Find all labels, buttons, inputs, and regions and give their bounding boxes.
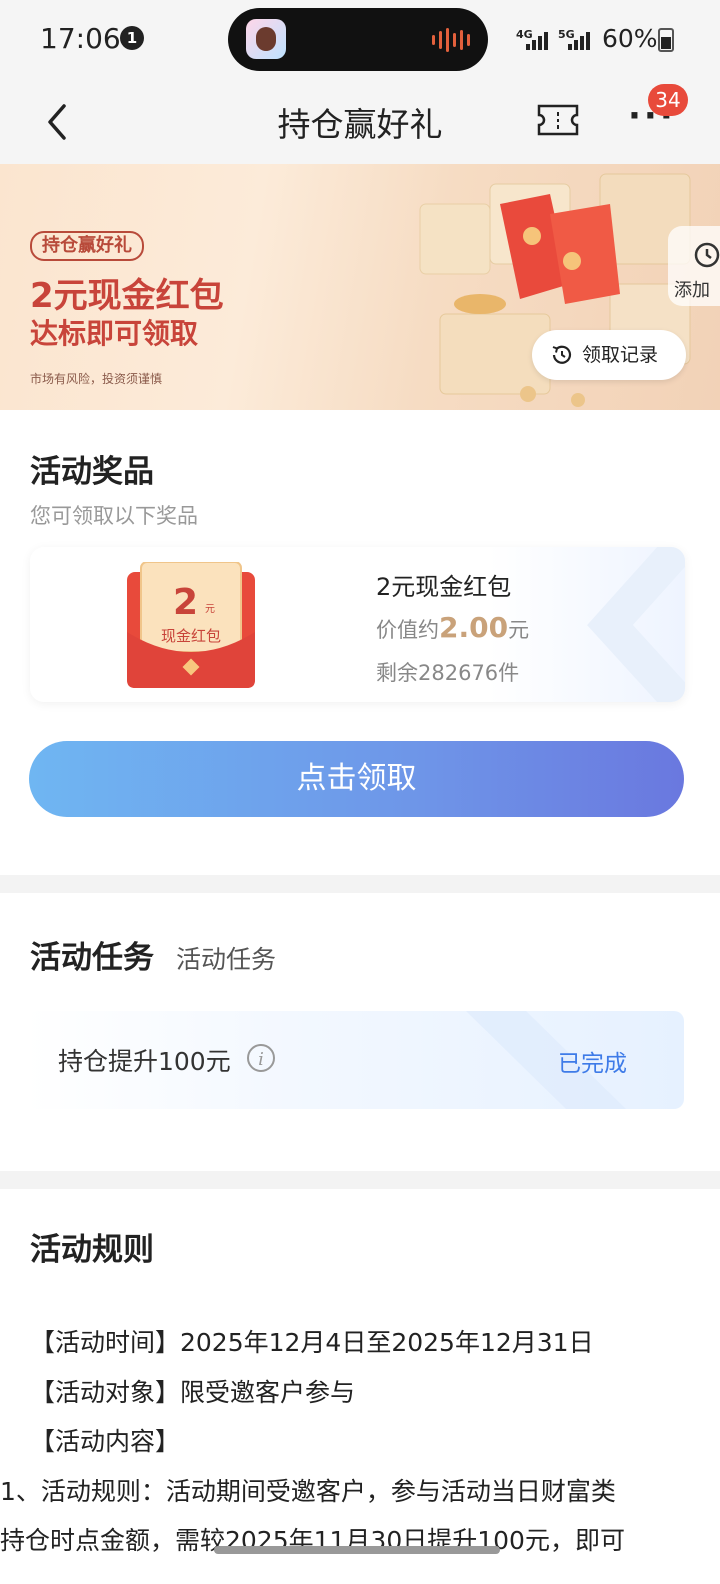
section-divider — [0, 1171, 720, 1189]
signal-4g-icon — [526, 30, 548, 50]
rule-line: 持仓时点金额，需较2025年11月30日提升100元，即可 — [0, 1526, 625, 1555]
section-divider — [0, 875, 720, 893]
task-item: 持仓提升100元 i 已完成 — [26, 1011, 684, 1109]
nav-bar: 持仓赢好礼 ··· — [0, 80, 720, 164]
status-bar: 17:06 1 4G 5G 60% — [0, 0, 720, 80]
banner-tag: 持仓赢好礼 — [30, 231, 144, 261]
prize-value-unit: 元 — [508, 618, 530, 642]
tasks-section-subtitle: 活动任务 — [176, 945, 277, 974]
promo-banner: 持仓赢好礼 2元现金红包 达标即可领取 市场有风险，投资须谨慎 添加 领取记录 — [0, 164, 720, 410]
claim-record-button[interactable]: 领取记录 — [532, 330, 686, 380]
prize-card[interactable]: 2 元 现金红包 2元现金红包 价值约2.00元 剩余282676件 — [30, 547, 685, 702]
battery-icon — [658, 28, 674, 52]
task-status: 已完成 — [558, 1051, 627, 1077]
prize-value: 价值约2.00元 — [376, 611, 529, 644]
prize-remaining: 剩余282676件 — [376, 661, 520, 685]
page-title: 持仓赢好礼 — [277, 105, 443, 144]
rules-section-title: 活动规则 — [30, 1232, 154, 1268]
banner-subline: 达标即可领取 — [30, 317, 199, 350]
tasks-section-title: 活动任务 — [30, 940, 154, 976]
signal-5g-icon — [568, 30, 590, 50]
clock-icon — [552, 345, 572, 364]
envelope-amount: 2 — [173, 582, 199, 623]
envelope-label: 现金红包 — [161, 627, 222, 645]
risk-disclaimer: 市场有风险，投资须谨慎 — [30, 372, 163, 386]
rule-line: 1、活动规则：活动期间受邀客户，参与活动当日财富类 — [0, 1476, 616, 1506]
battery-percent: 60% — [602, 24, 658, 53]
decorative-stripe-icon — [466, 1011, 626, 1109]
rules-text: 【活动时间】2025年12月4日至2025年12月31日 【活动对象】限受邀客户… — [0, 1318, 690, 1566]
prize-name: 2元现金红包 — [376, 573, 512, 601]
ticket-icon[interactable] — [537, 104, 579, 136]
prizes-section-subtitle: 您可领取以下奖品 — [30, 504, 198, 528]
prizes-section-title: 活动奖品 — [30, 454, 154, 490]
home-indicator[interactable] — [214, 1546, 500, 1554]
banner-headline: 2元现金红包 — [30, 276, 224, 316]
claim-button[interactable]: 点击领取 — [29, 741, 684, 817]
rule-line: 【活动内容】 — [30, 1427, 181, 1456]
prize-value-prefix: 价值约 — [376, 618, 439, 642]
decorative-chevron-icon — [587, 547, 685, 702]
dynamic-island[interactable] — [228, 8, 488, 71]
rule-line: 【活动对象】限受邀客户参与 — [30, 1377, 356, 1407]
notification-count-badge: 1 — [120, 26, 144, 50]
info-icon[interactable]: i — [246, 1043, 276, 1073]
claim-record-label: 领取记录 — [582, 344, 659, 366]
task-name: 持仓提升100元 — [58, 1047, 231, 1076]
rule-line: 【活动时间】2025年12月4日至2025年12月31日 — [30, 1328, 594, 1357]
add-widget-float[interactable]: 添加 — [668, 226, 720, 306]
message-count-badge: 34 — [648, 84, 688, 116]
add-widget-label: 添加 — [674, 280, 710, 301]
status-time: 17:06 — [40, 22, 121, 55]
audio-wave-icon — [432, 28, 470, 52]
prize-value-number: 2.00 — [439, 611, 509, 644]
red-envelope-icon: 2 元 现金红包 — [127, 562, 255, 688]
music-cover-icon — [246, 19, 286, 59]
history-clock-icon — [694, 242, 720, 268]
svg-text:i: i — [258, 1049, 264, 1070]
envelope-unit: 元 — [205, 604, 215, 615]
